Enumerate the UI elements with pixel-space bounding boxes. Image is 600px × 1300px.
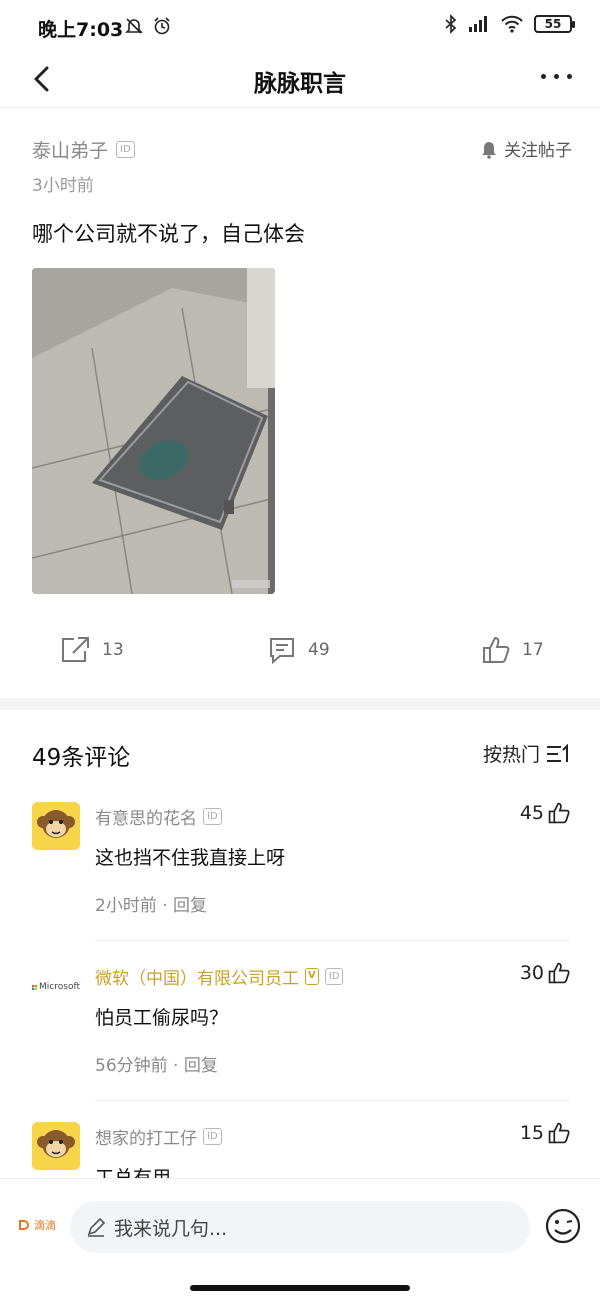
comment-input-placeholder: 我来说几句...	[114, 1217, 228, 1240]
comment-icon	[270, 638, 294, 664]
comment-count: 49	[308, 640, 330, 660]
emoji-icon[interactable]	[544, 1207, 582, 1245]
id-badge: ID	[203, 808, 222, 825]
comment-divider	[95, 1100, 570, 1101]
comment-author[interactable]: 有意思的花名 ID	[95, 804, 222, 829]
comment-text: 工总有用	[95, 1167, 172, 1178]
alarm-icon	[154, 17, 170, 35]
monkey-avatar-icon[interactable]	[32, 1122, 80, 1170]
comment-author-name[interactable]: 想家的打工仔	[95, 1124, 197, 1149]
comment-item: 想家的打工仔 ID 15 工总有用	[0, 1110, 600, 1178]
id-badge: ID	[116, 141, 135, 158]
bluetooth-icon	[445, 14, 457, 34]
id-badge: ID	[203, 1128, 222, 1145]
comment-author-name[interactable]: 微软（中国）有限公司员工	[95, 964, 299, 989]
meta-separator: ·	[162, 896, 174, 916]
verified-badge: V	[305, 968, 319, 985]
status-right-icons: 55	[444, 14, 575, 34]
comment-text: 怕员工偷尿吗？	[95, 1007, 229, 1029]
comment-like-count: 45	[519, 802, 544, 824]
share-button[interactable]: 13	[60, 636, 124, 664]
didi-logo-icon	[19, 1220, 29, 1230]
comment-time: 2小时前	[95, 896, 157, 916]
comment-button[interactable]: 49	[268, 636, 330, 664]
microsoft-logo-text: Microsoft	[39, 982, 80, 992]
thumbs-up-icon	[483, 636, 510, 663]
comment-item: 有意思的花名 ID 45 这也挡不住我直接上呀 2小时前 · 回复	[0, 790, 600, 950]
reply-button[interactable]: 回复	[184, 1056, 218, 1076]
comment-text: 这也挡不住我直接上呀	[95, 847, 286, 869]
thumbs-up-icon	[548, 802, 570, 824]
comment-time: 56分钟前	[95, 1056, 168, 1076]
didi-logo: 滴滴	[18, 1217, 56, 1233]
comment-like-count: 30	[519, 962, 544, 984]
home-indicator[interactable]	[190, 1285, 410, 1291]
comment-item: Microsoft 微软（中国）有限公司员工 V ID 30 怕员工偷尿吗？ 5…	[0, 950, 600, 1110]
comment-meta: 2小时前 · 回复	[95, 891, 207, 916]
share-count: 13	[102, 640, 124, 660]
comment-input[interactable]: 我来说几句...	[70, 1201, 530, 1253]
follow-post-label: 关注帖子	[504, 141, 572, 161]
meta-separator: ·	[173, 1056, 184, 1076]
sort-label: 按热门	[482, 744, 540, 766]
bell-icon	[482, 141, 496, 159]
comment-like-count: 15	[519, 1122, 544, 1144]
status-left-icons	[124, 16, 172, 36]
post-actions: 13 49 17	[0, 636, 600, 676]
post-author[interactable]: 泰山弟子 ID	[32, 136, 135, 163]
status-bar: 晚上7:03 55	[0, 0, 600, 52]
post-time: 3小时前	[32, 176, 94, 196]
mute-bell-icon	[125, 18, 143, 34]
comment-like-button[interactable]: 30	[520, 962, 570, 984]
comment-author-name[interactable]: 有意思的花名	[95, 804, 197, 829]
nav-bar: 脉脉职言	[0, 52, 600, 108]
comment-like-button[interactable]: 15	[520, 1122, 570, 1144]
didi-logo-text: 滴滴	[34, 1219, 56, 1232]
page-title: 脉脉职言	[254, 71, 346, 97]
thumbs-up-icon	[548, 962, 570, 984]
monkey-avatar-icon[interactable]	[32, 802, 80, 850]
comment-author[interactable]: 微软（中国）有限公司员工 V ID	[95, 964, 344, 989]
comment-input-bar: 滴滴 我来说几句...	[0, 1178, 600, 1300]
wifi-icon	[501, 15, 523, 33]
signal-icon	[469, 16, 487, 32]
comment-author[interactable]: 想家的打工仔 ID	[95, 1124, 222, 1149]
battery-indicator: 55	[534, 15, 575, 33]
sort-button[interactable]: 按热门	[483, 740, 570, 767]
id-badge: ID	[324, 968, 344, 985]
post-author-name[interactable]: 泰山弟子	[32, 136, 108, 163]
status-time: 晚上7:03	[38, 19, 124, 41]
post-text: 哪个公司就不说了，自己体会	[32, 222, 305, 246]
post-image[interactable]	[32, 268, 275, 594]
reply-button[interactable]: 回复	[173, 896, 207, 916]
comment-divider	[95, 940, 570, 941]
share-icon	[62, 637, 89, 662]
comments-count: 49条评论	[32, 745, 131, 771]
microsoft-logo-avatar[interactable]: Microsoft	[32, 962, 80, 1010]
like-count: 17	[522, 640, 544, 660]
sort-icon	[547, 743, 568, 762]
more-icon[interactable]	[541, 74, 572, 79]
comments-header: 49条评论 按热门	[0, 710, 600, 790]
comment-meta: 56分钟前 · 回复	[95, 1051, 218, 1076]
section-divider	[0, 698, 600, 710]
thumbs-up-icon	[548, 1122, 570, 1144]
post: 泰山弟子 ID 3小时前 关注帖子 哪个公司就不说了，自己体会 13 49 17	[0, 108, 600, 698]
comment-like-button[interactable]: 45	[520, 802, 570, 824]
microsoft-logo-icon	[32, 984, 38, 990]
like-button[interactable]: 17	[482, 636, 544, 664]
pencil-icon	[87, 1217, 106, 1237]
follow-post-button[interactable]: 关注帖子	[480, 136, 572, 161]
